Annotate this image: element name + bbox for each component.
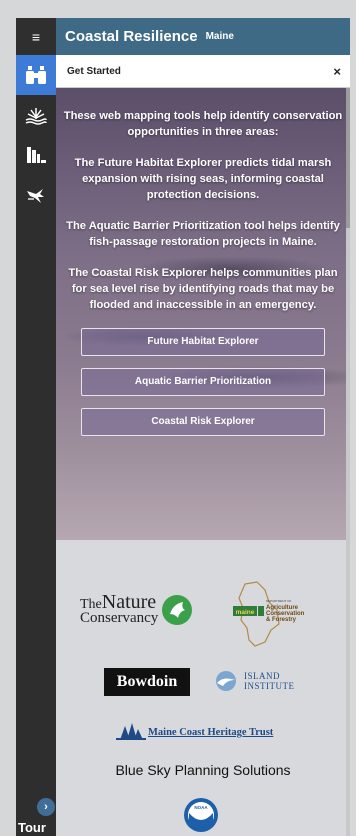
bowdoin-logo[interactable]: Bowdoin [104, 668, 190, 696]
intro-paragraph: The Coastal Risk Explorer helps communit… [68, 267, 338, 311]
app-title: Coastal Resilience [65, 28, 198, 45]
wave-icon [216, 671, 236, 691]
coastal-risk-explorer-button[interactable]: Coastal Risk Explorer [81, 408, 325, 436]
intro-paragraph: These web mapping tools help identify co… [63, 110, 343, 138]
intro-paragraph: The Future Habitat Explorer predicts tid… [74, 157, 332, 201]
svg-text:& Forestry: & Forestry [266, 617, 297, 623]
buildings-icon [27, 147, 46, 163]
tnc-logo[interactable]: TheNature Conservancy [80, 592, 193, 626]
tree-islands-icon [116, 723, 146, 740]
tour-label[interactable]: Tour [18, 820, 46, 835]
svg-text:maine: maine [236, 609, 255, 616]
rail-button-aquatic-barrier[interactable] [16, 175, 56, 215]
app-header: ≡ Coastal Resilience Maine [16, 18, 350, 55]
intro-section: These web mapping tools help identify co… [56, 88, 350, 540]
oak-leaf-icon [162, 595, 193, 625]
heron-icon [27, 189, 44, 203]
get-started-panel: Get Started × These web mapping tools he… [56, 55, 350, 836]
rail-button-coastal-risk[interactable] [16, 135, 56, 175]
app-frame: ≡ Coastal Resilience Maine › Tour Get St… [0, 0, 356, 836]
partner-logos: TheNature Conservancy maine DEPARTMENT O… [56, 540, 350, 836]
binoculars-icon [26, 66, 46, 84]
future-habitat-explorer-button[interactable]: Future Habitat Explorer [81, 328, 325, 356]
panel-title: Get Started [67, 65, 121, 77]
close-icon[interactable]: × [333, 64, 341, 79]
noaa-logo[interactable]: NOAA [183, 797, 219, 833]
intro-paragraph: The Aquatic Barrier Prioritization tool … [66, 220, 340, 248]
blue-sky-planning-label[interactable]: Blue Sky Planning Solutions [56, 762, 350, 778]
aquatic-barrier-prioritization-button[interactable]: Aquatic Barrier Prioritization [81, 368, 325, 396]
rail-button-get-started[interactable] [16, 55, 56, 95]
panel-header: Get Started × [56, 55, 350, 88]
svg-text:NOAA: NOAA [194, 805, 208, 810]
maine-dacf-logo[interactable]: maine DEPARTMENT OF Agriculture Conserva… [231, 580, 311, 650]
app-subtitle: Maine [205, 31, 234, 42]
rail-button-future-habitat[interactable] [16, 95, 56, 135]
tool-rail [16, 55, 56, 836]
panel-scrollbar-thumb[interactable] [346, 88, 350, 228]
hamburger-icon[interactable]: ≡ [16, 18, 56, 55]
svg-text:DEPARTMENT OF: DEPARTMENT OF [266, 599, 292, 603]
island-institute-logo[interactable]: ISLAND INSTITUTE [213, 670, 295, 692]
marsh-grass-icon [25, 108, 47, 125]
maine-coast-heritage-trust-logo[interactable]: Maine Coast Heritage Trust [116, 722, 273, 740]
chevron-right-icon[interactable]: › [37, 798, 55, 816]
